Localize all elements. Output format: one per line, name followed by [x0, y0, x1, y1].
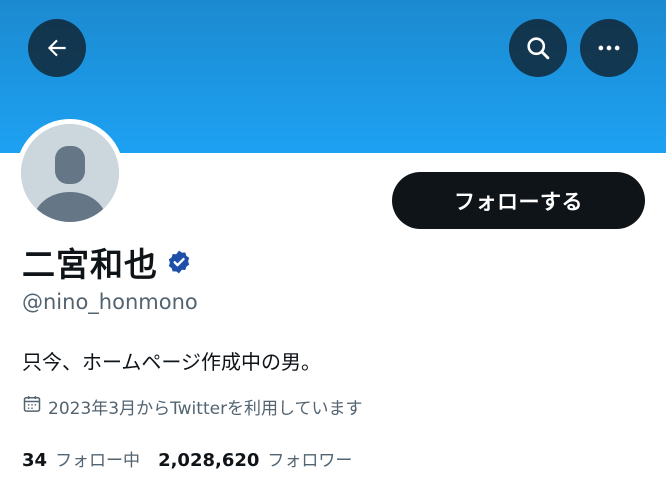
follow-stats: 34 フォロー中 2,028,620 フォロワー [22, 446, 370, 471]
name-row: 二宮和也 [22, 240, 192, 284]
avatar[interactable] [21, 124, 119, 222]
followers-count: 2,028,620 [158, 450, 260, 471]
more-button[interactable] [580, 19, 638, 77]
followers-label: フォロワー [267, 451, 353, 471]
arrow-left-icon [44, 35, 70, 61]
following-count: 34 [22, 450, 48, 471]
follow-button[interactable]: フォローする [392, 172, 645, 229]
profile-bio: 只今、ホームページ作成中の男。 [22, 350, 321, 374]
calendar-icon [22, 394, 48, 419]
default-avatar-icon [21, 124, 119, 222]
avatar-frame [16, 119, 124, 227]
search-button[interactable] [509, 19, 567, 77]
more-horizontal-icon [595, 34, 623, 62]
back-button[interactable] [28, 19, 86, 77]
user-handle: @nino_honmono [22, 290, 198, 314]
search-icon [524, 34, 552, 62]
following-link[interactable]: 34 フォロー中 [22, 446, 140, 471]
join-date-text: 2023年3月からTwitterを利用しています [48, 399, 363, 419]
join-date: 2023年3月からTwitterを利用しています [22, 394, 363, 419]
following-label: フォロー中 [55, 451, 141, 471]
followers-link[interactable]: 2,028,620 フォロワー [158, 446, 352, 471]
display-name: 二宮和也 [22, 245, 158, 284]
verified-badge-icon[interactable] [166, 249, 192, 275]
